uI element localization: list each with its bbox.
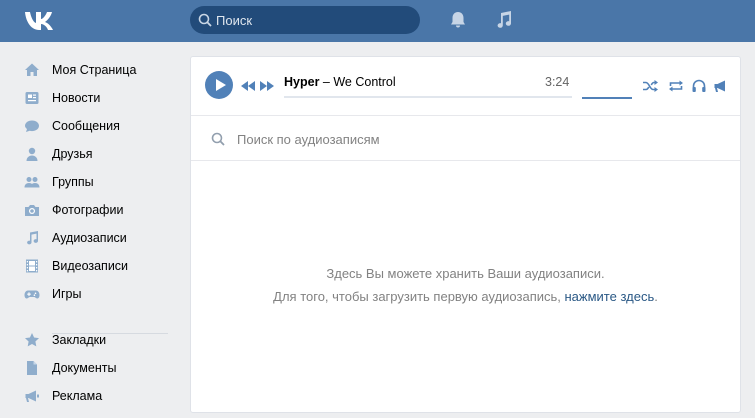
track-title: Hyper – We Control — [284, 75, 396, 89]
camera-icon — [24, 202, 40, 218]
sidebar-item-label: Новости — [52, 91, 101, 105]
megaphone-icon — [24, 388, 40, 404]
track-name: We Control — [333, 75, 396, 89]
empty-state-line2-suffix: . — [654, 289, 658, 304]
music-note-icon[interactable] — [494, 10, 514, 30]
empty-state-line1: Здесь Вы можете хранить Ваши аудиозаписи… — [326, 266, 605, 281]
document-icon — [24, 360, 40, 376]
sidebar-item-audio[interactable]: Аудиозаписи — [24, 227, 184, 249]
audio-search-input[interactable] — [237, 117, 717, 161]
sidebar-item-label: Сообщения — [52, 119, 120, 133]
gamepad-icon — [24, 286, 40, 302]
sidebar-item-photos[interactable]: Фотографии — [24, 199, 184, 221]
next-track-icon[interactable] — [260, 81, 274, 91]
empty-state-line2: Для того, чтобы загрузить первую аудиоза… — [191, 285, 740, 308]
track-progress-bar[interactable] — [284, 96, 572, 98]
global-search[interactable] — [190, 6, 420, 34]
user-icon — [24, 146, 40, 162]
previous-track-icon[interactable] — [241, 81, 255, 91]
sidebar-item-label: Видеозаписи — [52, 259, 129, 273]
top-header — [0, 0, 755, 42]
messages-icon — [24, 118, 40, 134]
repeat-icon[interactable] — [668, 78, 684, 94]
sidebar-item-videos[interactable]: Видеозаписи — [24, 255, 184, 277]
global-search-input[interactable] — [216, 6, 412, 34]
empty-state: Здесь Вы можете хранить Ваши аудиозаписи… — [191, 262, 740, 308]
sidebar-item-groups[interactable]: Группы — [24, 171, 184, 193]
sidebar-item-label: Группы — [52, 175, 94, 189]
audio-panel: Hyper – We Control 3:24 Здесь Вы можете … — [190, 56, 741, 413]
sidebar-item-label: Документы — [52, 361, 117, 375]
sidebar-item-label: Друзья — [52, 147, 93, 161]
sidebar-item-label: Фотографии — [52, 203, 124, 217]
volume-slider[interactable] — [582, 97, 632, 99]
search-icon — [211, 132, 225, 146]
track-artist: Hyper — [284, 75, 320, 89]
music-note-icon — [24, 230, 40, 246]
sidebar-item-news[interactable]: Новости — [24, 87, 184, 109]
sidebar-item-games[interactable]: Игры — [24, 283, 184, 305]
sidebar-item-label: Игры — [52, 287, 82, 301]
vk-logo[interactable] — [24, 9, 60, 31]
sidebar-item-label: Аудиозаписи — [52, 231, 127, 245]
play-button[interactable] — [205, 71, 233, 99]
upload-audio-link[interactable]: нажмите здесь — [565, 289, 655, 304]
bell-icon[interactable] — [448, 10, 468, 30]
audio-search-bar[interactable] — [191, 117, 740, 161]
sidebar-item-friends[interactable]: Друзья — [24, 143, 184, 165]
news-icon — [24, 90, 40, 106]
track-duration: 3:24 — [545, 75, 570, 89]
sidebar-item-messages[interactable]: Сообщения — [24, 115, 184, 137]
sidebar-item-label: Реклама — [52, 389, 103, 403]
search-icon — [198, 13, 212, 27]
star-icon — [24, 332, 40, 348]
users-icon — [24, 174, 40, 190]
audio-player: Hyper – We Control 3:24 — [191, 57, 740, 116]
sidebar-item-documents[interactable]: Документы — [24, 357, 184, 379]
broadcast-icon[interactable] — [713, 78, 729, 94]
sidebar-item-label: Закладки — [52, 333, 107, 347]
sidebar-item-ads[interactable]: Реклама — [24, 385, 184, 407]
sidebar-item-label: Моя Страница — [52, 63, 137, 77]
sidebar-item-bookmarks[interactable]: Закладки — [24, 329, 184, 351]
film-icon — [24, 258, 40, 274]
headphones-icon[interactable] — [691, 78, 707, 94]
sidebar-item-my-page[interactable]: Моя Страница — [24, 59, 184, 81]
shuffle-icon[interactable] — [642, 78, 658, 94]
track-separator: – — [319, 75, 334, 89]
empty-state-line2-prefix: Для того, чтобы загрузить первую аудиоза… — [273, 289, 565, 304]
home-icon — [24, 62, 40, 78]
